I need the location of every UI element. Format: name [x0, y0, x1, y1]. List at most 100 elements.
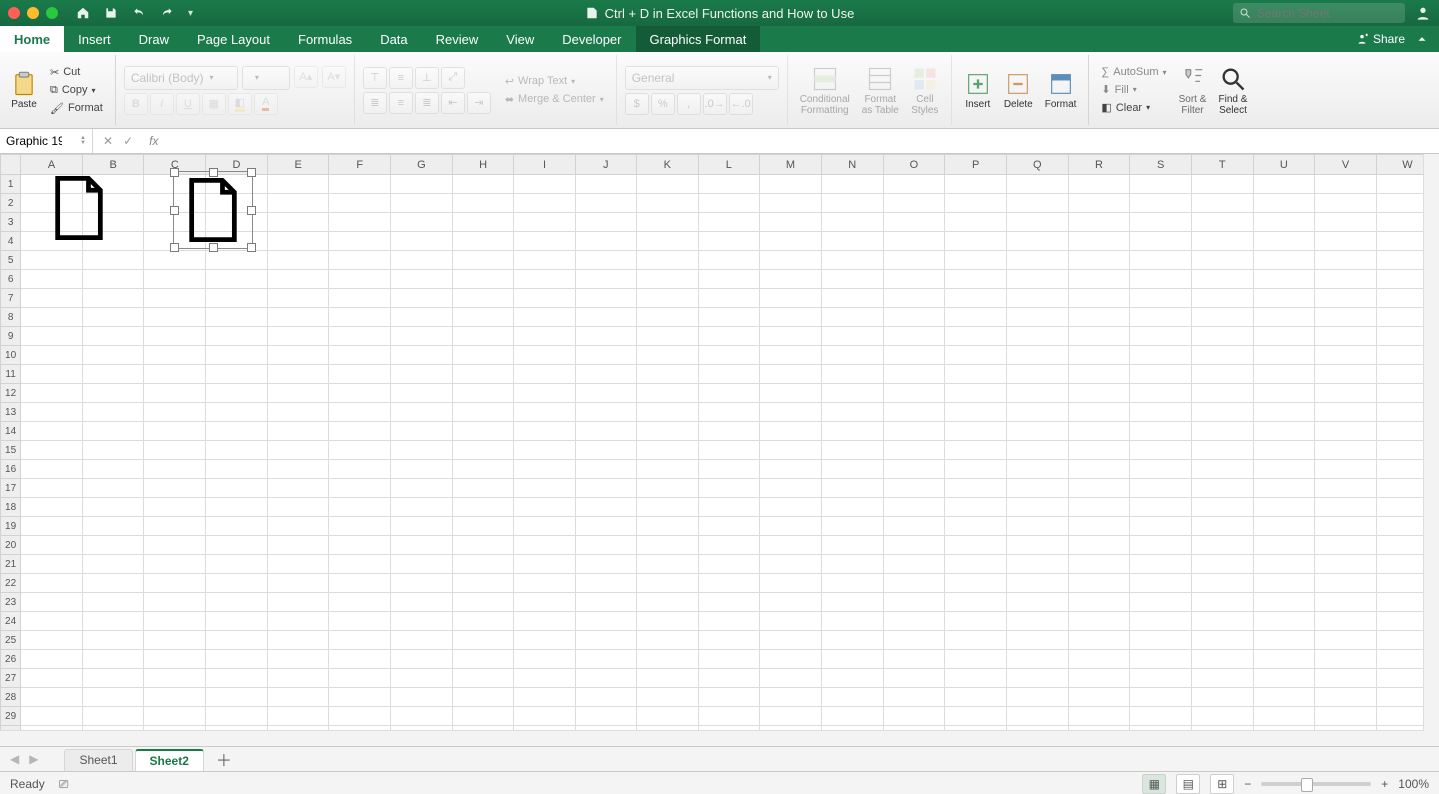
- cell-O24[interactable]: [883, 612, 945, 631]
- cell-L29[interactable]: [698, 707, 759, 726]
- cell-M5[interactable]: [760, 251, 822, 270]
- row-header-19[interactable]: 19: [1, 517, 21, 536]
- cell-J14[interactable]: [575, 422, 636, 441]
- cell-K16[interactable]: [636, 460, 698, 479]
- cell-V13[interactable]: [1315, 403, 1377, 422]
- find-select-button[interactable]: Find & Select: [1215, 65, 1252, 116]
- cell-I8[interactable]: [514, 308, 575, 327]
- column-header-U[interactable]: U: [1253, 155, 1315, 175]
- cell-G6[interactable]: [390, 270, 452, 289]
- cell-Q14[interactable]: [1006, 422, 1068, 441]
- cell-A18[interactable]: [21, 498, 83, 517]
- cell-D29[interactable]: [206, 707, 268, 726]
- cell-R29[interactable]: [1068, 707, 1130, 726]
- cell-S25[interactable]: [1130, 631, 1192, 650]
- cell-U13[interactable]: [1253, 403, 1315, 422]
- cell-S1[interactable]: [1130, 175, 1192, 194]
- cell-U1[interactable]: [1253, 175, 1315, 194]
- cell-T25[interactable]: [1191, 631, 1253, 650]
- cell-S12[interactable]: [1130, 384, 1192, 403]
- cell-O17[interactable]: [883, 479, 945, 498]
- row-header-11[interactable]: 11: [1, 365, 21, 384]
- cell-O29[interactable]: [883, 707, 945, 726]
- cell-J22[interactable]: [575, 574, 636, 593]
- close-window-button[interactable]: [8, 7, 20, 19]
- cell-L14[interactable]: [698, 422, 759, 441]
- cell-P21[interactable]: [945, 555, 1007, 574]
- cell-O23[interactable]: [883, 593, 945, 612]
- sheet-nav-prev[interactable]: ◀: [6, 752, 23, 766]
- cell-T26[interactable]: [1191, 650, 1253, 669]
- cell-G13[interactable]: [390, 403, 452, 422]
- cell-O28[interactable]: [883, 688, 945, 707]
- cell-Q9[interactable]: [1006, 327, 1068, 346]
- column-header-S[interactable]: S: [1130, 155, 1192, 175]
- cell-C21[interactable]: [144, 555, 206, 574]
- row-header-15[interactable]: 15: [1, 441, 21, 460]
- cell-I18[interactable]: [514, 498, 575, 517]
- cell-Q15[interactable]: [1006, 441, 1068, 460]
- decrease-font-button[interactable]: A▾: [322, 66, 346, 88]
- cell-H18[interactable]: [452, 498, 514, 517]
- cell-M11[interactable]: [760, 365, 822, 384]
- cell-F21[interactable]: [329, 555, 391, 574]
- cell-M29[interactable]: [760, 707, 822, 726]
- cell-F13[interactable]: [329, 403, 391, 422]
- cell-Q3[interactable]: [1006, 213, 1068, 232]
- cell-C29[interactable]: [144, 707, 206, 726]
- cell-F9[interactable]: [329, 327, 391, 346]
- cell-I19[interactable]: [514, 517, 575, 536]
- save-icon[interactable]: [104, 6, 118, 20]
- cell-I26[interactable]: [514, 650, 575, 669]
- row-header-26[interactable]: 26: [1, 650, 21, 669]
- share-button[interactable]: Share: [1355, 32, 1405, 46]
- cell-P23[interactable]: [945, 593, 1007, 612]
- cell-U21[interactable]: [1253, 555, 1315, 574]
- cell-I9[interactable]: [514, 327, 575, 346]
- cell-K13[interactable]: [636, 403, 698, 422]
- cell-Q27[interactable]: [1006, 669, 1068, 688]
- cell-T22[interactable]: [1191, 574, 1253, 593]
- cell-T24[interactable]: [1191, 612, 1253, 631]
- cell-E7[interactable]: [267, 289, 329, 308]
- cell-U27[interactable]: [1253, 669, 1315, 688]
- cell-R6[interactable]: [1068, 270, 1130, 289]
- cell-O11[interactable]: [883, 365, 945, 384]
- cell-A9[interactable]: [21, 327, 83, 346]
- cell-A20[interactable]: [21, 536, 83, 555]
- cell-P29[interactable]: [945, 707, 1007, 726]
- cell-E12[interactable]: [267, 384, 329, 403]
- cell-J11[interactable]: [575, 365, 636, 384]
- underline-button[interactable]: U: [176, 93, 200, 115]
- row-header-17[interactable]: 17: [1, 479, 21, 498]
- cell-P8[interactable]: [945, 308, 1007, 327]
- cell-A12[interactable]: [21, 384, 83, 403]
- cell-D16[interactable]: [206, 460, 268, 479]
- resize-handle-e[interactable]: [247, 206, 256, 215]
- cell-P24[interactable]: [945, 612, 1007, 631]
- normal-view-button[interactable]: ▦: [1142, 774, 1166, 794]
- cell-B14[interactable]: [82, 422, 144, 441]
- cell-L24[interactable]: [698, 612, 759, 631]
- ribbon-tab-data[interactable]: Data: [366, 26, 421, 52]
- cell-Q18[interactable]: [1006, 498, 1068, 517]
- cell-B23[interactable]: [82, 593, 144, 612]
- cell-V24[interactable]: [1315, 612, 1377, 631]
- percent-button[interactable]: %: [651, 93, 675, 115]
- cell-L27[interactable]: [698, 669, 759, 688]
- cell-N16[interactable]: [821, 460, 883, 479]
- cell-A28[interactable]: [21, 688, 83, 707]
- cell-N26[interactable]: [821, 650, 883, 669]
- cell-O1[interactable]: [883, 175, 945, 194]
- cell-S24[interactable]: [1130, 612, 1192, 631]
- cell-F27[interactable]: [329, 669, 391, 688]
- cell-M10[interactable]: [760, 346, 822, 365]
- cell-T10[interactable]: [1191, 346, 1253, 365]
- cell-J28[interactable]: [575, 688, 636, 707]
- cell-M8[interactable]: [760, 308, 822, 327]
- cell-I7[interactable]: [514, 289, 575, 308]
- cell-J21[interactable]: [575, 555, 636, 574]
- cell-T27[interactable]: [1191, 669, 1253, 688]
- increase-indent-button[interactable]: ⇥: [467, 92, 491, 114]
- cell-K29[interactable]: [636, 707, 698, 726]
